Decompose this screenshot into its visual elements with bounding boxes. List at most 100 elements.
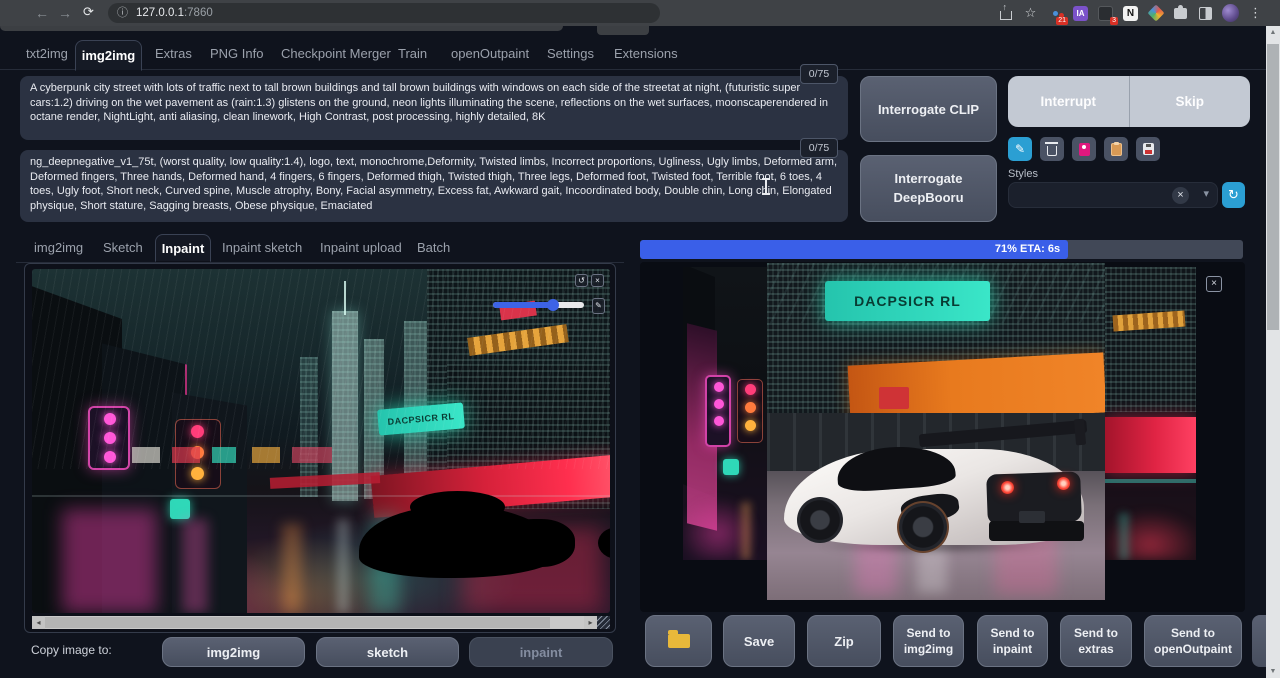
bookmark-star-icon[interactable]: ☆: [1022, 5, 1039, 22]
reload-icon[interactable]: ⟳: [83, 2, 94, 22]
scene-rain: [32, 269, 610, 469]
page-scrollbar[interactable]: ▲ ▼: [1266, 26, 1280, 678]
paste-params-button[interactable]: ✎: [1008, 137, 1032, 161]
brush-icon: ✎: [595, 301, 602, 310]
interrogate-deepbooru-button[interactable]: Interrogate DeepBooru: [860, 155, 997, 222]
card-icon: [1079, 143, 1090, 156]
negative-token-counter: 0/75: [800, 138, 838, 158]
browser-menu-icon[interactable]: ⋮: [1247, 5, 1264, 22]
tab-extensions[interactable]: Extensions: [614, 38, 678, 70]
trash-icon: [1047, 146, 1057, 156]
extension-b-icon[interactable]: 3: [1097, 5, 1114, 22]
screen: ← → ⟳ ⓘ 127.0.0.1:7860 ☆ 21 IA 3 N ⋮: [0, 0, 1280, 678]
gallery-close-button[interactable]: ×: [1206, 276, 1222, 292]
share-icon[interactable]: [997, 5, 1014, 22]
tab-txt2img[interactable]: txt2img: [26, 38, 68, 70]
tab-settings[interactable]: Settings: [547, 38, 594, 70]
top-remnant-tab: [597, 26, 649, 35]
copy-to-sketch-button[interactable]: sketch: [316, 637, 459, 667]
scroll-up-icon[interactable]: ▲: [1266, 29, 1280, 36]
scrollbar-thumb[interactable]: [1267, 44, 1279, 330]
inpaint-mask-blob-top: [410, 491, 505, 523]
send-to-inpaint-button[interactable]: Send to inpaint: [977, 615, 1048, 667]
brush-size-slider[interactable]: [493, 302, 584, 308]
preview-right-strip[interactable]: [1105, 267, 1196, 560]
extensions-puzzle-icon[interactable]: [1172, 5, 1189, 22]
save-style-button[interactable]: [1136, 137, 1160, 161]
subtab-inpaint[interactable]: Inpaint: [155, 234, 211, 262]
send-to-openoutpaint-button[interactable]: Send to openOutpaint: [1144, 615, 1242, 667]
hscroll-left-icon[interactable]: ◂: [32, 616, 45, 629]
tab-openoutpaint[interactable]: openOutpaint: [451, 38, 529, 70]
extension-ia-icon[interactable]: IA: [1072, 5, 1089, 22]
negative-prompt-textarea[interactable]: ng_deepnegative_v1_75t, (worst quality, …: [20, 150, 848, 222]
progress-fill: 71% ETA: 6s: [640, 240, 1068, 259]
open-folder-button[interactable]: [645, 615, 712, 667]
canvas-undo-button[interactable]: ↺: [575, 274, 588, 287]
inpaint-canvas[interactable]: DACPSICR RL: [32, 269, 610, 613]
interrupt-button[interactable]: Interrupt: [1008, 76, 1129, 127]
tab-checkpoint-merger[interactable]: Checkpoint Merger: [281, 38, 391, 70]
subtab-inpaint-upload[interactable]: Inpaint upload: [320, 234, 402, 262]
folder-icon: [668, 634, 690, 648]
address-bar[interactable]: ⓘ 127.0.0.1:7860: [108, 3, 660, 23]
zip-button[interactable]: Zip: [807, 615, 881, 667]
canvas-clear-button[interactable]: ×: [591, 274, 604, 287]
tab-extras[interactable]: Extras: [155, 38, 192, 70]
styles-label: Styles: [1008, 168, 1038, 180]
scene-reflect-magenta: [62, 509, 157, 613]
resize-handle[interactable]: [597, 616, 610, 629]
inpaint-mask-blob-right: [500, 519, 575, 567]
brush-tool-button[interactable]: ✎: [592, 298, 605, 314]
apply-style-button[interactable]: [1104, 137, 1128, 161]
site-info-icon[interactable]: ⓘ: [117, 3, 128, 23]
extension-n-icon[interactable]: N: [1122, 5, 1139, 22]
close-icon: ×: [595, 276, 600, 285]
subtab-inpaint-sketch[interactable]: Inpaint sketch: [222, 234, 302, 262]
skip-button[interactable]: Skip: [1130, 76, 1251, 127]
floppy-icon: [1143, 143, 1154, 155]
styles-dropdown[interactable]: × ▾: [1008, 182, 1218, 208]
preview-car: [779, 421, 1099, 566]
subtab-sketch[interactable]: Sketch: [103, 234, 143, 262]
tab-img2img[interactable]: img2img: [75, 40, 142, 71]
hscroll-thumb[interactable]: [45, 617, 550, 628]
extension-b-badge: 3: [1110, 17, 1118, 25]
back-icon[interactable]: ←: [35, 3, 49, 23]
sidepanel-icon[interactable]: [1197, 5, 1214, 22]
send-to-extras-button[interactable]: Send to extras: [1060, 615, 1132, 667]
extra-networks-button[interactable]: [1072, 137, 1096, 161]
extension-diamond-icon[interactable]: [1147, 5, 1164, 22]
preview-left-strip[interactable]: [683, 267, 770, 560]
interrogate-clip-button[interactable]: Interrogate CLIP: [860, 76, 997, 142]
canvas-hscrollbar[interactable]: ◂ ▸: [32, 616, 610, 629]
save-button[interactable]: Save: [723, 615, 795, 667]
pencil-arrow-icon: ✎: [1015, 142, 1025, 156]
progress-label: 71% ETA: 6s: [995, 243, 1060, 255]
copy-to-inpaint-button[interactable]: inpaint: [469, 637, 613, 667]
subtab-batch[interactable]: Batch: [417, 234, 450, 262]
copy-image-to-label: Copy image to:: [31, 643, 112, 657]
prompt-textarea[interactable]: A cyberpunk city street with lots of tra…: [20, 76, 848, 140]
text-cursor: [762, 178, 770, 195]
brush-slider-thumb[interactable]: [547, 299, 559, 311]
interrupt-skip-group: Interrupt Skip: [1008, 76, 1250, 127]
preview-live-image[interactable]: DACPSICR RL: [767, 263, 1105, 600]
send-to-img2img-button[interactable]: Send to img2img: [893, 615, 964, 667]
tab-png-info[interactable]: PNG Info: [210, 38, 263, 70]
profile-avatar[interactable]: [1222, 5, 1239, 22]
extension-a-icon[interactable]: 21: [1047, 5, 1064, 22]
clear-prompt-button[interactable]: [1040, 137, 1064, 161]
scroll-down-icon[interactable]: ▼: [1266, 668, 1280, 675]
hscroll-right-icon[interactable]: ▸: [584, 616, 597, 629]
browser-toolbar: ← → ⟳ ⓘ 127.0.0.1:7860 ☆ 21 IA 3 N ⋮: [0, 0, 1280, 26]
forward-icon[interactable]: →: [58, 3, 72, 23]
chevron-down-icon[interactable]: ▾: [1203, 187, 1209, 200]
styles-clear-icon[interactable]: ×: [1172, 187, 1189, 204]
prompt-token-counter: 0/75: [800, 64, 838, 84]
subtab-img2img[interactable]: img2img: [34, 234, 83, 262]
refresh-styles-button[interactable]: ↻: [1222, 182, 1245, 208]
tab-train[interactable]: Train: [398, 38, 427, 70]
browser-actions: ☆ 21 IA 3 N ⋮: [997, 3, 1264, 23]
copy-to-img2img-button[interactable]: img2img: [162, 637, 305, 667]
